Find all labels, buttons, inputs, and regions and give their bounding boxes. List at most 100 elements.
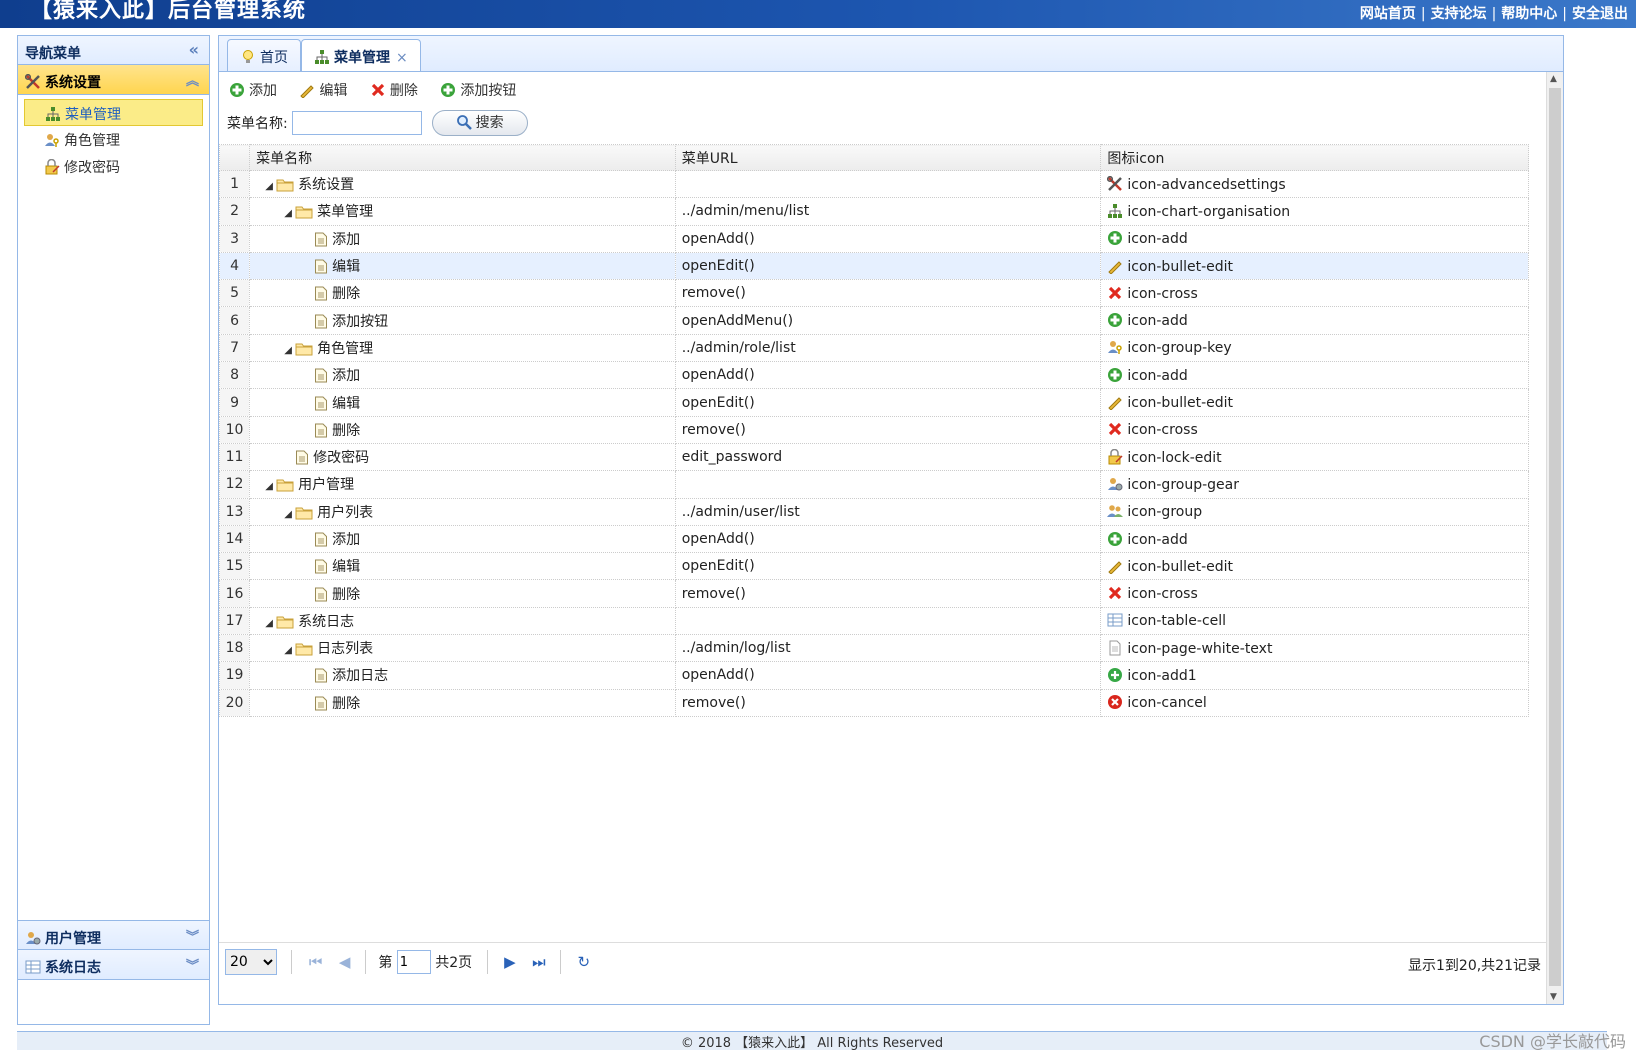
tree-expand-icon[interactable]: ◢ bbox=[262, 618, 276, 629]
chevron-up-icon[interactable]: ︽ bbox=[186, 70, 199, 89]
icon-cell: icon-cancel bbox=[1100, 688, 1529, 717]
page-white-text-icon bbox=[1107, 640, 1123, 656]
row-number: 3 bbox=[218, 224, 251, 253]
forum-link[interactable]: 支持论坛 bbox=[1431, 6, 1487, 22]
table-row[interactable]: 1 ◢ 系统设置 icon-advancedsettings bbox=[218, 169, 1529, 199]
add-button[interactable]: 添加 bbox=[229, 80, 277, 100]
sidebar-group-system-log[interactable]: 系统日志 ︾ bbox=[18, 950, 209, 980]
grid-header-row: 菜单名称 菜单URL 图标icon bbox=[218, 144, 1529, 171]
file-icon bbox=[314, 532, 328, 548]
column-header-menu-name[interactable]: 菜单名称 bbox=[249, 144, 676, 171]
chevron-down-icon[interactable]: ︾ bbox=[186, 926, 199, 945]
column-header-menu-url[interactable]: 菜单URL bbox=[674, 144, 1102, 171]
table-row[interactable]: 17 ◢ 系统日志 icon-table-cell bbox=[218, 606, 1529, 636]
sidebar-item-menu-management[interactable]: 菜单管理 bbox=[24, 99, 203, 126]
table-row[interactable]: 20 删除 remove() icon-cancel bbox=[218, 688, 1529, 717]
icon-cell: icon-advancedsettings bbox=[1100, 169, 1529, 199]
next-page-icon[interactable]: ▶ bbox=[504, 953, 516, 971]
tab-label: 菜单管理 bbox=[334, 50, 390, 66]
menu-url-cell: remove() bbox=[674, 688, 1102, 717]
table-row[interactable]: 2 ◢ 菜单管理 ../admin/menu/list icon-chart-organ… bbox=[218, 197, 1529, 226]
home-link[interactable]: 网站首页 bbox=[1360, 6, 1416, 22]
tree-expand-icon[interactable]: ◢ bbox=[281, 208, 295, 219]
file-icon bbox=[314, 259, 328, 275]
table-row[interactable]: 5 删除 remove() icon-cross bbox=[218, 279, 1529, 308]
menu-name-cell: 编辑 bbox=[249, 388, 676, 417]
column-header-icon[interactable]: 图标icon bbox=[1100, 144, 1529, 171]
tree-expand-icon[interactable]: ◢ bbox=[262, 481, 276, 492]
menu-name: 用户列表 bbox=[317, 504, 374, 521]
icon-name: icon-cross bbox=[1127, 586, 1198, 603]
icon-name: icon-page-white-text bbox=[1127, 640, 1273, 657]
row-number: 4 bbox=[218, 251, 251, 281]
table-row[interactable]: 16 删除 remove() icon-cross bbox=[218, 579, 1529, 608]
table-row[interactable]: 7 ◢ 角色管理 ../admin/role/list icon-group-key bbox=[218, 333, 1529, 363]
tree-expand-icon[interactable]: ◢ bbox=[281, 645, 295, 656]
search-button[interactable]: 搜索 bbox=[431, 110, 528, 136]
page-size-select[interactable]: 20 bbox=[225, 949, 277, 975]
tree-expand-icon[interactable]: ◢ bbox=[281, 345, 295, 356]
sidebar-group-system-settings[interactable]: 系统设置 ︽ bbox=[18, 65, 209, 95]
sidebar-item-role-management[interactable]: 角色管理 bbox=[24, 126, 203, 153]
last-page-icon[interactable]: ⏭ bbox=[532, 953, 546, 971]
refresh-icon[interactable]: ↻ bbox=[577, 953, 590, 971]
sidebar-items: 菜单管理 角色管理 修改密码 bbox=[18, 95, 209, 184]
scrollbar-thumb[interactable] bbox=[1549, 88, 1561, 986]
row-number: 7 bbox=[218, 333, 251, 363]
menu-url-cell: openEdit() bbox=[674, 388, 1102, 417]
sidebar-item-change-password[interactable]: 修改密码 bbox=[24, 153, 203, 180]
grid-body: 1 ◢ 系统设置 icon-advancedsettings 2 ◢ 菜单管理 ../admi… bbox=[218, 169, 1529, 717]
collapse-sidebar-icon[interactable]: « bbox=[189, 40, 199, 59]
icon-name: icon-group-key bbox=[1127, 340, 1232, 357]
tab-home[interactable]: 首页 bbox=[227, 39, 301, 72]
edit-button[interactable]: 编辑 bbox=[299, 80, 347, 100]
table-row[interactable]: 9 编辑 openEdit() icon-bullet-edit bbox=[218, 388, 1529, 417]
add-icon bbox=[440, 82, 456, 98]
delete-button[interactable]: 删除 bbox=[370, 80, 418, 100]
menu-name-cell: 删除 bbox=[249, 688, 676, 717]
menu-name-cell: 添加日志 bbox=[249, 661, 676, 690]
table-row[interactable]: 12 ◢ 用户管理 icon-group-gear bbox=[218, 470, 1529, 499]
table-row[interactable]: 10 删除 remove() icon-cross bbox=[218, 415, 1529, 444]
menu-name: 菜单管理 bbox=[317, 204, 374, 221]
chevron-down-icon[interactable]: ︾ bbox=[186, 955, 199, 974]
tree-expand-icon[interactable]: ◢ bbox=[262, 181, 276, 192]
table-row[interactable]: 6 添加按钮 openAddMenu() icon-add bbox=[218, 306, 1529, 335]
help-link[interactable]: 帮助中心 bbox=[1501, 6, 1557, 22]
chart-organisation-icon bbox=[314, 49, 330, 65]
table-row[interactable]: 13 ◢ 用户列表 ../admin/user/list icon-group bbox=[218, 497, 1529, 526]
tree-expand-icon[interactable]: ◢ bbox=[281, 509, 295, 520]
table-row[interactable]: 3 添加 openAdd() icon-add bbox=[218, 224, 1529, 253]
icon-cell: icon-add bbox=[1100, 306, 1529, 335]
page-number-input[interactable] bbox=[396, 950, 431, 974]
table-row[interactable]: 19 添加日志 openAdd() icon-add1 bbox=[218, 661, 1529, 690]
prev-page-icon[interactable]: ◀ bbox=[339, 953, 351, 971]
scroll-down-icon[interactable]: ▼ bbox=[1550, 992, 1557, 1002]
chart-organisation-icon bbox=[1107, 203, 1123, 219]
icon-name: icon-add bbox=[1127, 367, 1188, 384]
table-row[interactable]: 15 编辑 openEdit() icon-bullet-edit bbox=[218, 552, 1529, 581]
icon-name: icon-group-gear bbox=[1127, 476, 1239, 493]
menu-tree-grid: 菜单名称 菜单URL 图标icon 1 ◢ 系统设置 icon-advancedset… bbox=[218, 144, 1547, 717]
tab-menu-management[interactable]: 菜单管理 × bbox=[301, 39, 421, 73]
scroll-up-icon[interactable]: ▲ bbox=[1550, 74, 1557, 84]
menu-name: 添加日志 bbox=[332, 668, 389, 685]
table-row[interactable]: 4 编辑 openEdit() icon-bullet-edit bbox=[218, 251, 1529, 281]
icon-cell: icon-table-cell bbox=[1100, 606, 1529, 636]
nav-sidebar: 导航菜单 « 系统设置 ︽ 菜单管理 角色管理 修改密码 用户管理 ︾ 系统日志… bbox=[17, 35, 210, 1025]
first-page-icon[interactable]: ⏮ bbox=[309, 953, 323, 971]
tab-label: 首页 bbox=[260, 50, 288, 66]
file-icon bbox=[314, 314, 328, 330]
menu-name-input[interactable] bbox=[292, 111, 423, 135]
vertical-scrollbar[interactable]: ▲ ▼ bbox=[1546, 72, 1563, 1004]
table-row[interactable]: 11 修改密码 edit_password icon-lock-edit bbox=[218, 442, 1529, 472]
sidebar-group-user-management[interactable]: 用户管理 ︾ bbox=[18, 920, 209, 950]
table-row[interactable]: 8 添加 openAdd() icon-add bbox=[218, 361, 1529, 390]
table-row[interactable]: 14 添加 openAdd() icon-add bbox=[218, 524, 1529, 554]
menu-name-cell: ◢ 系统日志 bbox=[249, 606, 676, 636]
add-menu-button[interactable]: 添加按钮 bbox=[440, 80, 516, 100]
logout-link[interactable]: 安全退出 bbox=[1572, 6, 1628, 22]
menu-name-cell: 删除 bbox=[249, 279, 676, 308]
table-row[interactable]: 18 ◢ 日志列表 ../admin/log/list icon-page-white-… bbox=[218, 634, 1529, 663]
close-tab-icon[interactable]: × bbox=[396, 50, 408, 66]
